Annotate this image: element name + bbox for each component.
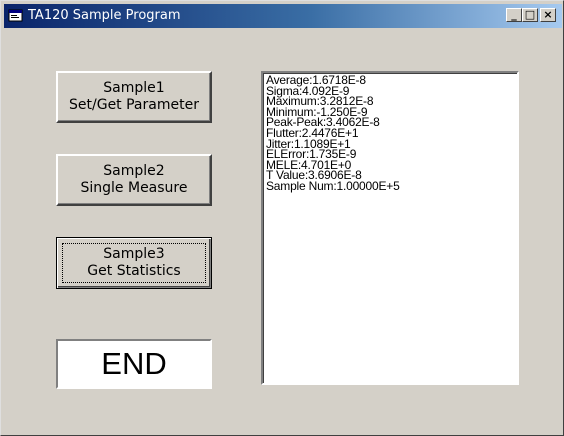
maximize-icon: □ (524, 8, 536, 21)
minimize-icon: _ (511, 8, 517, 21)
title-bar[interactable]: TA120 Sample Program _ □ × (4, 4, 562, 28)
sample2-button[interactable]: Sample2 Single Measure (56, 154, 212, 206)
window-title: TA120 Sample Program (28, 8, 181, 23)
focus-ring (62, 243, 206, 283)
sample1-button-subtitle: Set/Get Parameter (69, 97, 199, 113)
minimize-button[interactable]: _ (506, 8, 522, 22)
app-icon[interactable] (8, 8, 24, 24)
maximize-button[interactable]: □ (522, 8, 538, 22)
sample1-button[interactable]: Sample1 Set/Get Parameter (56, 71, 212, 123)
end-indicator: END (56, 339, 212, 389)
sample2-button-title: Sample2 (103, 163, 165, 179)
close-button[interactable]: × (540, 8, 556, 22)
close-icon: × (543, 8, 553, 21)
sample3-button[interactable]: Sample3 Get Statistics (56, 237, 212, 289)
result-line: Sample Num:1.00000E+5 (266, 178, 400, 193)
results-textbox[interactable]: Average:1.6718E-8 Sigma:4.092E-9 Maximum… (261, 71, 519, 385)
sample2-button-subtitle: Single Measure (80, 180, 188, 196)
sample1-button-title: Sample1 (103, 80, 165, 96)
app-window: TA120 Sample Program _ □ × Sample1 Set/G… (0, 0, 564, 436)
